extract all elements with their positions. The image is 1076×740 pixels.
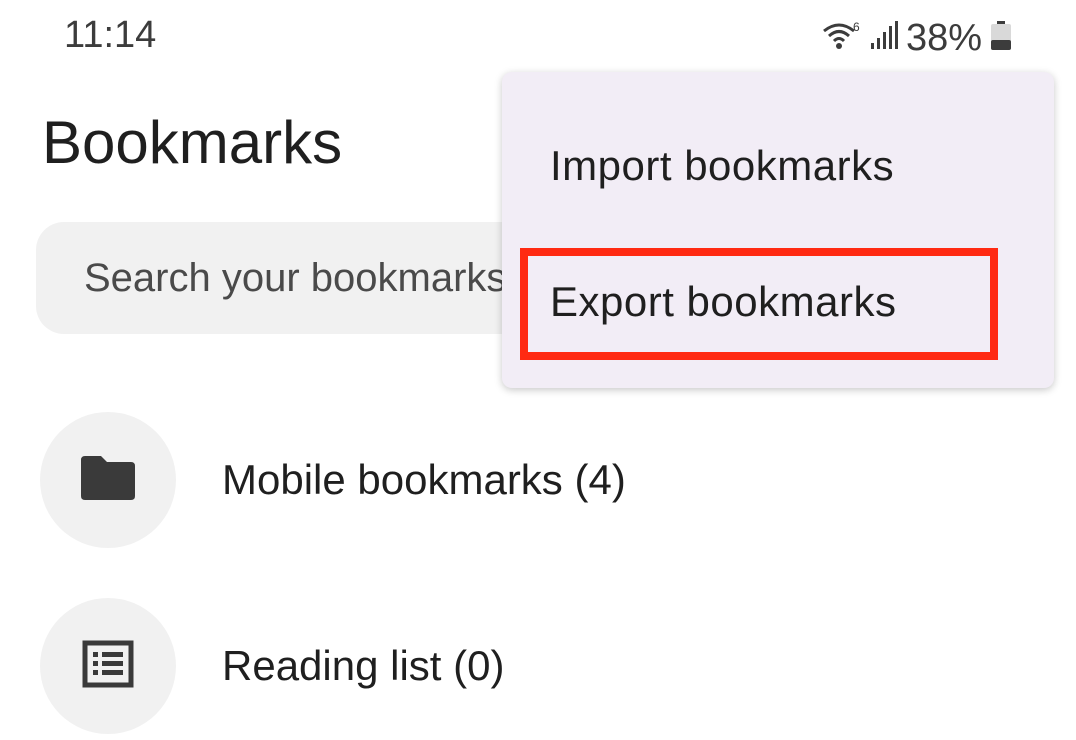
wifi-6-icon: 6 <box>822 20 862 56</box>
status-indicators: 6 38% <box>822 14 1012 62</box>
overflow-menu: Import bookmarks Export bookmarks <box>502 72 1054 388</box>
reading-list-icon-container <box>40 598 176 734</box>
battery-percent: 38% <box>905 16 982 59</box>
reading-list-icon <box>82 640 134 693</box>
list-item-mobile-bookmarks[interactable]: Mobile bookmarks (4) <box>40 412 1040 548</box>
list-item-label: Reading list (0) <box>222 642 505 689</box>
folder-icon <box>79 454 137 507</box>
list-item-label: Mobile bookmarks (4) <box>222 456 626 503</box>
battery-icon <box>990 20 1012 56</box>
menu-item-export-bookmarks[interactable]: Export bookmarks <box>502 240 1054 364</box>
list-item-reading-list[interactable]: Reading list (0) <box>40 598 1040 734</box>
screen: 11:14 6 38% Bookmarks Search your bookma… <box>0 0 1076 740</box>
menu-item-import-bookmarks[interactable]: Import bookmarks <box>502 104 1054 228</box>
page-title: Bookmarks <box>42 109 343 176</box>
signal-icon <box>870 20 898 56</box>
status-time: 11:14 <box>64 14 157 56</box>
svg-text:6: 6 <box>853 21 860 34</box>
folder-icon-container <box>40 412 176 548</box>
